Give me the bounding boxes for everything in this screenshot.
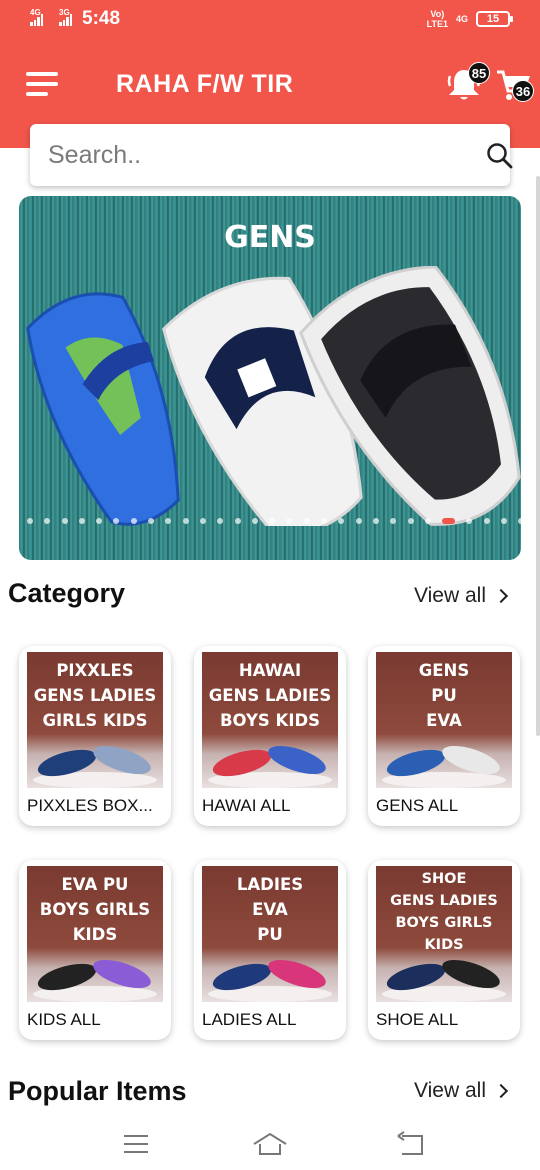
pagination-dot[interactable] [321,518,328,524]
hamburger-icon[interactable] [26,72,58,96]
category-card[interactable]: EVA PU BOYS GIRLS KIDS KIDS ALL [19,860,171,1040]
pagination-dot[interactable] [165,518,172,524]
category-image: EVA PU BOYS GIRLS KIDS [27,866,163,1002]
pagination-dot[interactable] [518,518,521,524]
category-image: PIXXLES GENS LADIES GIRLS KIDS [27,652,163,788]
chevron-right-icon [493,1083,509,1099]
category-image-text: LADIES EVA PU [236,875,304,944]
pagination-dot[interactable] [44,518,51,524]
pagination-dot[interactable] [303,518,310,524]
category-image: SHOE GENS LADIES BOYS GIRLS KIDS [376,866,512,1002]
category-image-text: SHOE GENS LADIES BOYS GIRLS KIDS [390,871,498,953]
pagination-dot[interactable] [78,518,85,524]
notification-button[interactable]: 85 [444,62,490,104]
pagination-dot[interactable] [217,518,224,524]
pagination-dot[interactable] [148,518,155,524]
category-card[interactable]: HAWAI GENS LADIES BOYS KIDS HAWAI ALL [194,646,346,826]
category-card[interactable]: SHOE GENS LADIES BOYS GIRLS KIDS SHOE ALL [368,860,520,1040]
promo-banner[interactable]: GENS [19,196,521,560]
volte-indicator: Vo) LTE1 [426,9,448,29]
pagination-dot[interactable] [269,518,276,524]
search-input[interactable] [48,138,448,172]
search-icon[interactable] [486,142,514,170]
scrollbar[interactable] [536,176,540,736]
pagination-dot[interactable] [372,518,379,524]
view-all-label: View all [414,1079,486,1102]
pagination-dot[interactable] [113,518,120,524]
category-title: Category [8,578,126,608]
category-image: LADIES EVA PU [202,866,338,1002]
pagination-dot[interactable] [501,518,508,524]
notification-badge: 85 [468,62,490,84]
pagination-dot[interactable] [286,518,293,524]
pagination-dot[interactable] [483,518,490,524]
slipper-image [382,746,506,788]
pagination-dot[interactable] [96,518,103,524]
category-image-text: GENS PU EVA [418,661,470,730]
back-icon[interactable] [392,1126,432,1162]
cart-badge: 36 [512,80,534,102]
category-card[interactable]: PIXXLES GENS LADIES GIRLS KIDS PIXXLES BO… [19,646,171,826]
chevron-right-icon [493,588,509,604]
pagination-dot[interactable] [199,518,206,524]
cart-button[interactable]: 36 [494,64,534,104]
search-bar [30,124,513,186]
popular-items-title: Popular Items [8,1076,187,1106]
popular-view-all-link[interactable]: View all [414,1079,509,1103]
banner-title: GENS [224,220,316,255]
slipper-image [208,746,332,788]
slipper-image [208,960,332,1002]
slipper-image [33,746,157,788]
app-title: RAHA F/W TIR [116,70,294,98]
battery-icon: 15 [476,11,513,27]
status-bar: 4G 3G 5:48 Vo) LTE1 4G 15 [0,0,540,42]
pagination-dot[interactable] [130,518,137,524]
pagination-dot[interactable] [424,518,431,524]
signal-sim1-icon: 4G [30,8,43,26]
category-label: LADIES ALL [202,1010,297,1029]
signal-sim2-icon: 3G [59,8,72,26]
category-image-text: HAWAI GENS LADIES BOYS KIDS [208,661,332,730]
pagination-dot[interactable] [442,518,456,524]
pagination-dot[interactable] [390,518,397,524]
category-card[interactable]: GENS PU EVA GENS ALL [368,646,520,826]
pagination-dot[interactable] [355,518,362,524]
recent-apps-icon[interactable] [116,1126,156,1162]
category-label: PIXXLES BOX... [27,796,153,815]
category-image: HAWAI GENS LADIES BOYS KIDS [202,652,338,788]
banner-pagination [27,518,521,524]
slipper-image [382,960,506,1002]
category-label: SHOE ALL [376,1010,459,1029]
category-label: HAWAI ALL [202,796,291,815]
banner-slippers-image [26,266,521,526]
category-label: KIDS ALL [27,1010,101,1029]
category-image-text: PIXXLES GENS LADIES GIRLS KIDS [33,661,157,730]
home-icon[interactable] [250,1126,290,1162]
status-time: 5:48 [82,8,121,29]
category-image-text: EVA PU BOYS GIRLS KIDS [39,875,151,944]
pagination-dot[interactable] [61,518,68,524]
category-image: GENS PU EVA [376,652,512,788]
category-view-all-link[interactable]: View all [414,584,509,608]
pagination-dot[interactable] [466,518,473,524]
pagination-dot[interactable] [27,518,33,524]
category-label: GENS ALL [376,796,459,815]
pagination-dot[interactable] [251,518,258,524]
slipper-image [33,960,157,1002]
pagination-dot[interactable] [182,518,189,524]
pagination-dot[interactable] [407,518,414,524]
pagination-dot[interactable] [234,518,241,524]
system-nav-bar [0,1118,540,1170]
network-type: 4G [455,14,468,24]
view-all-label: View all [414,584,486,607]
pagination-dot[interactable] [338,518,345,524]
category-card[interactable]: LADIES EVA PU LADIES ALL [194,860,346,1040]
